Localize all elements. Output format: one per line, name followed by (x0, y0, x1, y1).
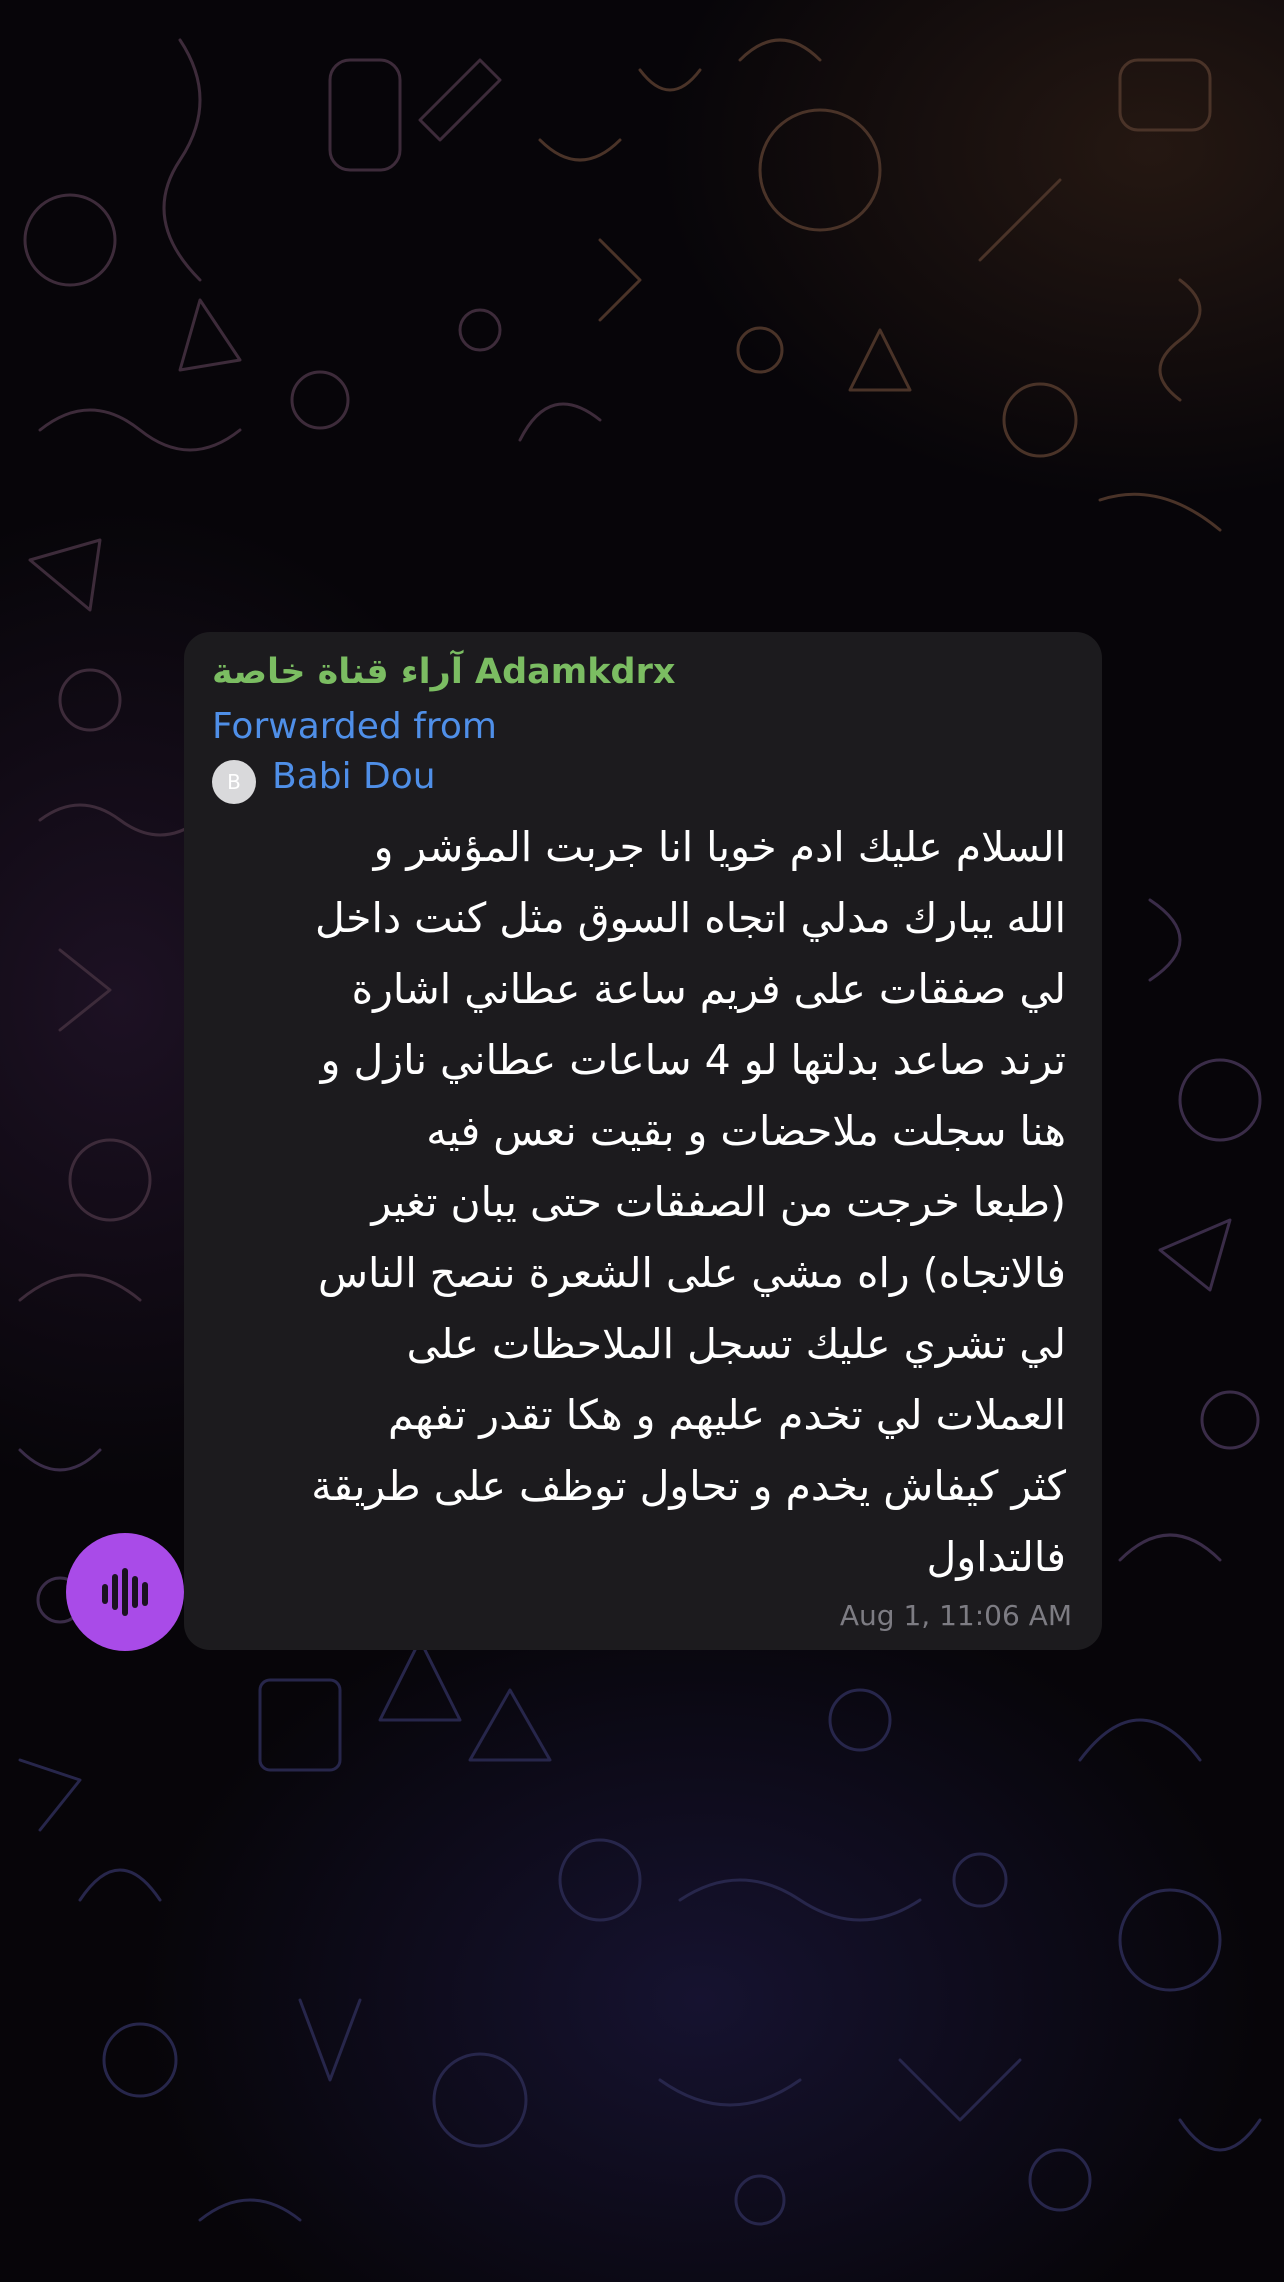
sender-avatar[interactable] (66, 1533, 184, 1651)
forward-source-avatar[interactable]: B (212, 760, 256, 804)
sound-wave-icon (102, 1568, 148, 1616)
channel-name[interactable]: آراء قناة خاصة Adamkdrx (212, 652, 675, 692)
forwarded-from-label: Forwarded from (212, 706, 497, 747)
forward-source-name[interactable]: Babi Dou (272, 756, 436, 797)
message-text: السلام عليك ادم خويا انا جربت المؤشر و ا… (311, 823, 1066, 1581)
message-timestamp: Aug 1, 11:06 AM (839, 1599, 1072, 1632)
message-bubble[interactable]: آراء قناة خاصة Adamkdrx Forwarded from B… (184, 632, 1102, 1650)
